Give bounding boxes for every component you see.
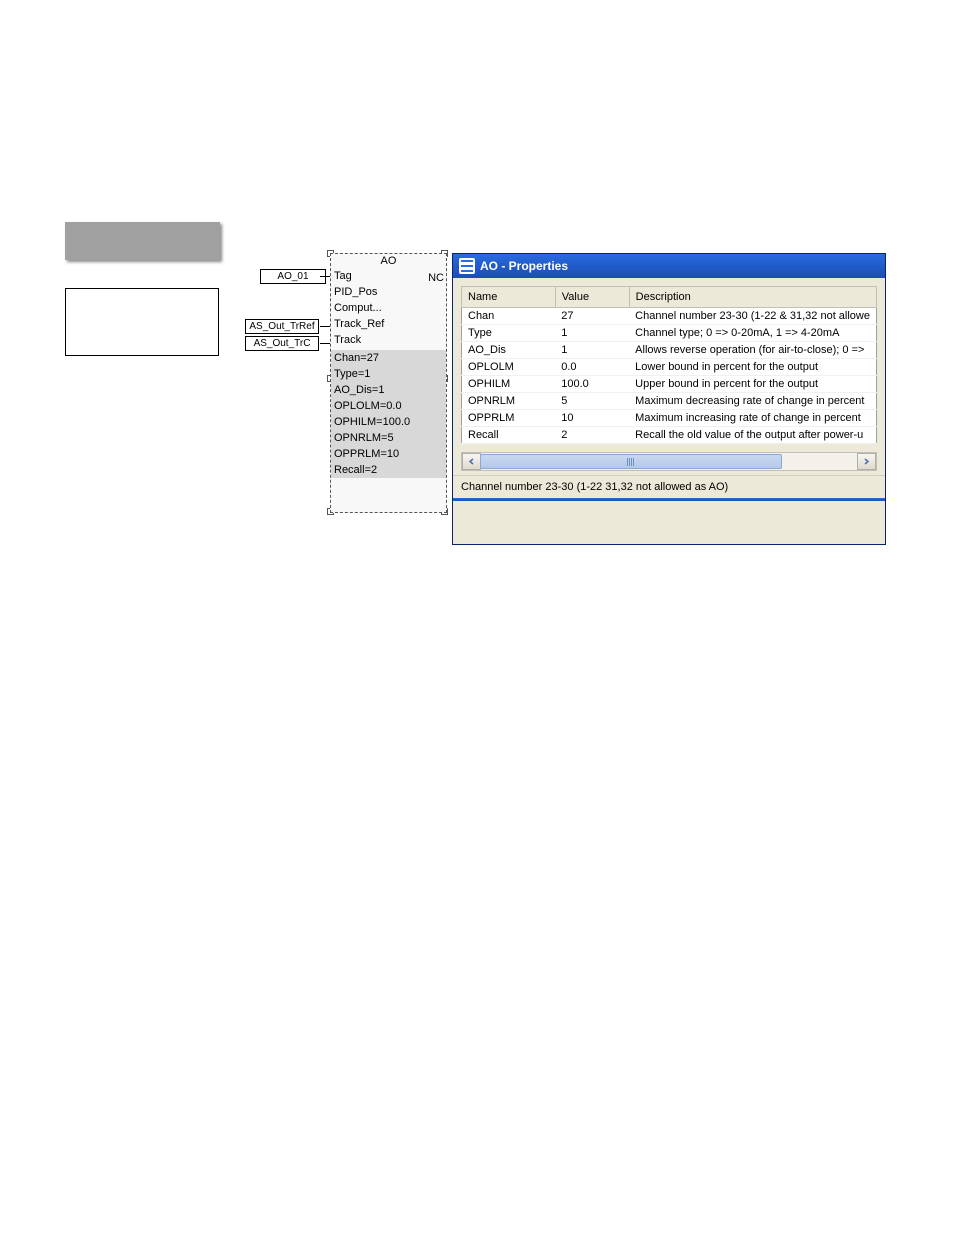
table-row[interactable]: OPNRLM 5 Maximum decreasing rate of chan… (462, 393, 877, 410)
gray-placeholder-box (65, 222, 220, 260)
block-params-panel: Chan=27 Type=1 AO_Dis=1 OPLOLM=0.0 OPHIL… (331, 350, 446, 478)
block-port-trackref: Track_Ref (331, 316, 446, 332)
cell-name: OPNRLM (462, 393, 556, 410)
pin-wire (320, 326, 330, 327)
pin-wire (320, 343, 330, 344)
cell-value[interactable]: 27 (555, 308, 629, 325)
cell-name: OPLOLM (462, 359, 556, 376)
function-block-diagram: AO_01 AS_Out_TrRef AS_Out_TrC AO NC Tag … (245, 245, 450, 525)
table-row[interactable]: AO_Dis 1 Allows reverse operation (for a… (462, 342, 877, 359)
status-bar: Channel number 23-30 (1-22 31,32 not all… (453, 475, 885, 498)
scroll-right-button[interactable] (857, 453, 876, 470)
cell-value[interactable]: 0.0 (555, 359, 629, 376)
table-row[interactable]: OPPRLM 10 Maximum increasing rate of cha… (462, 410, 877, 427)
cell-desc: Allows reverse operation (for air-to-clo… (629, 342, 876, 359)
cell-value[interactable]: 5 (555, 393, 629, 410)
block-port-comput: Comput... (331, 300, 446, 316)
block-port-tag: Tag (331, 268, 446, 284)
block-param: Recall=2 (331, 462, 446, 478)
pin-label-ao01[interactable]: AO_01 (260, 269, 326, 284)
ao-function-block[interactable]: AO NC Tag PID_Pos Comput... Track_Ref Tr… (330, 253, 447, 513)
cell-desc: Channel number 23-30 (1-22 & 31,32 not a… (629, 308, 876, 325)
table-row[interactable]: Chan 27 Channel number 23-30 (1-22 & 31,… (462, 308, 877, 325)
table-row[interactable]: Recall 2 Recall the old value of the out… (462, 427, 877, 444)
block-param: OPHILM=100.0 (331, 414, 446, 430)
cell-name: OPHILM (462, 376, 556, 393)
table-row[interactable]: Type 1 Channel type; 0 => 0-20mA, 1 => 4… (462, 325, 877, 342)
block-param: Type=1 (331, 366, 446, 382)
block-param: Chan=27 (331, 350, 446, 366)
block-port-track: Track (331, 332, 446, 348)
col-header-desc[interactable]: Description (629, 287, 876, 308)
cell-desc: Channel type; 0 => 0-20mA, 1 => 4-20mA (629, 325, 876, 342)
col-header-value[interactable]: Value (555, 287, 629, 308)
block-param: OPPRLM=10 (331, 446, 446, 462)
properties-title: AO - Properties (480, 259, 568, 273)
properties-icon (459, 258, 475, 274)
cell-name: Chan (462, 308, 556, 325)
cell-desc: Lower bound in percent for the output (629, 359, 876, 376)
cell-name: AO_Dis (462, 342, 556, 359)
cell-desc: Maximum increasing rate of change in per… (629, 410, 876, 427)
scroll-thumb[interactable] (480, 454, 782, 469)
table-row[interactable]: OPHILM 100.0 Upper bound in percent for … (462, 376, 877, 393)
pin-label-trc[interactable]: AS_Out_TrC (245, 336, 319, 351)
properties-window: AO - Properties Name Value Description C… (452, 253, 886, 545)
pin-label-trref[interactable]: AS_Out_TrRef (245, 319, 319, 334)
cell-value[interactable]: 1 (555, 325, 629, 342)
cell-desc: Maximum decreasing rate of change in per… (629, 393, 876, 410)
cell-desc: Recall the old value of the output after… (629, 427, 876, 444)
cell-value[interactable]: 1 (555, 342, 629, 359)
cell-name: Recall (462, 427, 556, 444)
block-port-pidpos: PID_Pos (331, 284, 446, 300)
cell-value[interactable]: 100.0 (555, 376, 629, 393)
window-bottom-border (453, 498, 885, 501)
block-param: AO_Dis=1 (331, 382, 446, 398)
table-row[interactable]: OPLOLM 0.0 Lower bound in percent for th… (462, 359, 877, 376)
block-title: AO (331, 254, 446, 268)
cell-desc: Upper bound in percent for the output (629, 376, 876, 393)
table-header-row: Name Value Description (462, 287, 877, 308)
properties-titlebar[interactable]: AO - Properties (453, 254, 885, 278)
scroll-left-button[interactable] (462, 453, 481, 470)
cell-value[interactable]: 2 (555, 427, 629, 444)
pin-wire (320, 276, 330, 277)
col-header-name[interactable]: Name (462, 287, 556, 308)
block-param: OPNRLM=5 (331, 430, 446, 446)
block-param: OPLOLM=0.0 (331, 398, 446, 414)
cell-value[interactable]: 10 (555, 410, 629, 427)
properties-body: Name Value Description Chan 27 Channel n… (453, 278, 885, 475)
white-placeholder-box (65, 288, 219, 356)
properties-table[interactable]: Name Value Description Chan 27 Channel n… (461, 286, 877, 444)
horizontal-scrollbar[interactable] (461, 452, 877, 471)
cell-name: OPPRLM (462, 410, 556, 427)
cell-name: Type (462, 325, 556, 342)
